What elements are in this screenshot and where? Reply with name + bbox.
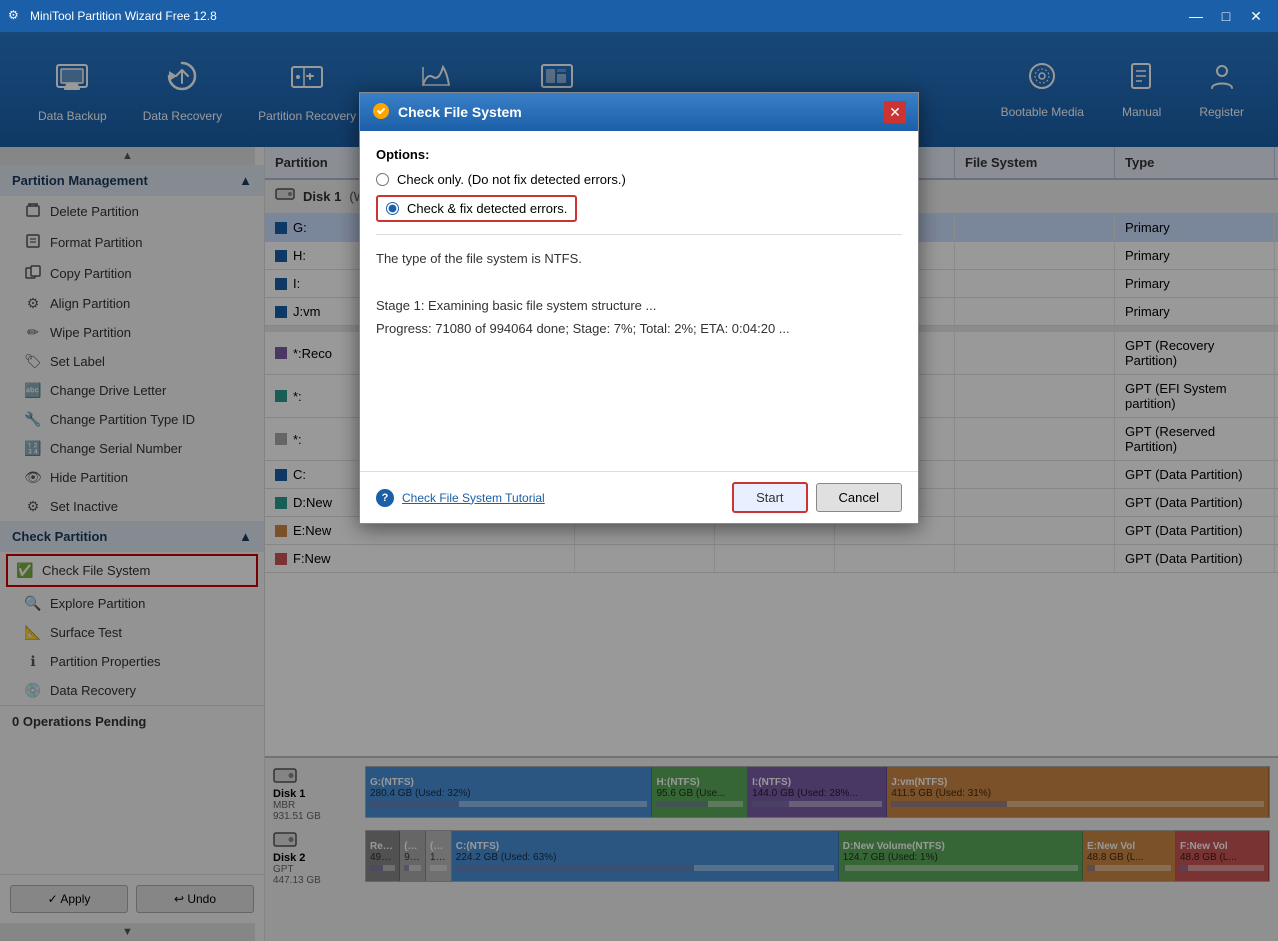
status-line1: The type of the file system is NTFS.	[376, 247, 902, 270]
cancel-button[interactable]: Cancel	[816, 483, 902, 512]
modal-footer: ? Check File System Tutorial Start Cance…	[360, 471, 918, 523]
window-controls: — □ ✕	[1182, 4, 1270, 28]
title-bar: ⚙ MiniTool Partition Wizard Free 12.8 — …	[0, 0, 1278, 32]
options-label: Options:	[376, 147, 902, 162]
modal-header: Check File System ✕	[360, 93, 918, 131]
app-title: MiniTool Partition Wizard Free 12.8	[30, 9, 1182, 23]
minimize-button[interactable]: —	[1182, 4, 1210, 28]
radio-check-fix-label: Check & fix detected errors.	[407, 201, 567, 216]
modal-icon	[372, 102, 390, 123]
progress-text: Progress: 71080 of 994064 done; Stage: 7…	[376, 317, 902, 340]
modal-status: The type of the file system is NTFS. Sta…	[376, 247, 902, 341]
modal-close-button[interactable]: ✕	[884, 101, 906, 123]
check-file-system-modal: Check File System ✕ Options: Check only.…	[359, 92, 919, 524]
radio-check-only-label: Check only. (Do not fix detected errors.…	[397, 172, 626, 187]
app-icon: ⚙	[8, 8, 24, 24]
help-icon[interactable]: ?	[376, 489, 394, 507]
close-button[interactable]: ✕	[1242, 4, 1270, 28]
modal-divider	[376, 234, 902, 235]
radio-check-fix-input[interactable]	[386, 202, 399, 215]
modal-title: Check File System	[398, 104, 522, 120]
tutorial-link[interactable]: Check File System Tutorial	[402, 491, 545, 505]
modal-overlay: Check File System ✕ Options: Check only.…	[0, 32, 1278, 941]
start-button[interactable]: Start	[732, 482, 807, 513]
radio-check-only[interactable]: Check only. (Do not fix detected errors.…	[376, 172, 902, 187]
maximize-button[interactable]: □	[1212, 4, 1240, 28]
modal-body: Options: Check only. (Do not fix detecte…	[360, 131, 918, 471]
radio-check-fix[interactable]: Check & fix detected errors.	[376, 195, 902, 222]
status-line2: Stage 1: Examining basic file system str…	[376, 294, 902, 317]
radio-check-only-input[interactable]	[376, 173, 389, 186]
